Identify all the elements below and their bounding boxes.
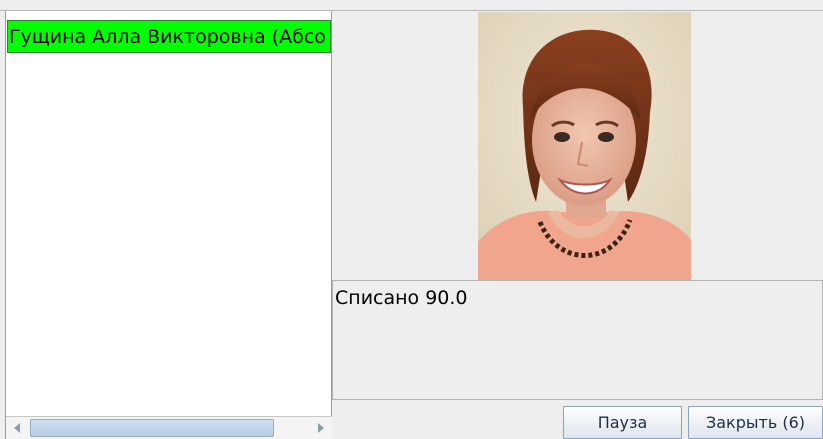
person-list[interactable]: Гущина Алла Викторовна (Абсо	[5, 11, 332, 439]
person-photo	[478, 12, 691, 280]
close-button[interactable]: Закрыть (6)	[688, 406, 823, 439]
list-item[interactable]: Гущина Алла Викторовна (Абсо	[7, 20, 331, 53]
scrollbar-thumb[interactable]	[30, 419, 274, 437]
arrow-right-icon	[318, 423, 324, 433]
pause-button[interactable]: Пауза	[563, 406, 682, 439]
scroll-left-button[interactable]	[6, 417, 28, 439]
message-area: Списано 90.0	[332, 280, 823, 400]
horizontal-scrollbar[interactable]	[6, 416, 332, 439]
scroll-right-button[interactable]	[310, 417, 332, 439]
status-message: Списано 90.0	[335, 287, 468, 309]
arrow-left-icon	[14, 423, 20, 433]
